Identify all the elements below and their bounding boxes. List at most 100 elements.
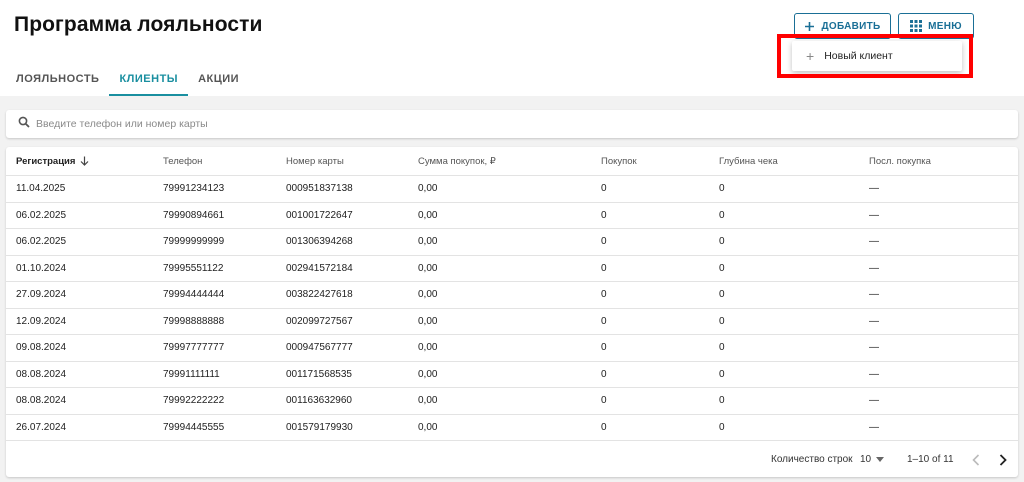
table-row[interactable]: 08.08.2024 79992222222 001163632960 0,00 0 0 — [6,388,1018,415]
cell-phone: 79990894661 [163,209,225,221]
tab-bar: ЛОЯЛЬНОСТЬ КЛИЕНТЫ АКЦИИ [0,62,249,96]
table-row[interactable]: 01.10.2024 79995551122 002941572184 0,00 0 0 — [6,256,1018,282]
rows-per-page-label: Количество строк [771,454,853,465]
cell-last-purchase: — [869,421,879,433]
cell-registration: 27.09.2024 [16,289,67,301]
cell-card-number: 000951837138 [286,183,353,195]
cell-purchases: 0 [601,183,607,195]
table-row[interactable]: 06.02.2025 79990894661 001001722647 0,00 0 0 — [6,203,1018,229]
table-pagination: Количество строк 10 1–10 of 11 [6,446,1018,474]
cell-purchases: 0 [601,262,607,274]
cell-phone: 79995551122 [163,262,224,274]
column-header-card-number[interactable]: Номер карты [286,147,344,175]
add-button-label: ДОБАВИТЬ [821,20,881,32]
cell-card-number: 002099727567 [286,315,353,327]
cell-check-depth: 0 [719,342,725,354]
pagination-range: 1–10 of 11 [907,454,954,465]
cell-purchase-sum: 0,00 [418,342,438,354]
cell-registration: 09.08.2024 [16,342,67,354]
cell-card-number: 003822427618 [286,289,353,301]
cell-card-number: 001171568535 [286,368,352,380]
cell-card-number: 001306394268 [286,236,353,248]
search-input[interactable] [36,118,636,130]
cell-purchase-sum: 0,00 [418,183,438,195]
table-row[interactable]: 11.04.2025 79991234123 000951837138 0,00 0 0 — [6,176,1018,203]
cell-purchases: 0 [601,368,607,380]
column-header-purchases[interactable]: Покупок [601,147,637,175]
cell-check-depth: 0 [719,209,725,221]
column-header-registration[interactable]: Регистрация [16,147,89,175]
cell-card-number: 001579179930 [286,421,353,433]
cell-purchases: 0 [601,342,607,354]
column-header-phone[interactable]: Телефон [163,147,202,175]
table-row[interactable]: 27.09.2024 79994444444 003822427618 0,00 0 0 — [6,282,1018,309]
cell-last-purchase: — [869,236,879,248]
cell-registration: 26.07.2024 [16,421,67,433]
cell-last-purchase: — [869,315,879,327]
add-button[interactable]: ДОБАВИТЬ [794,13,891,39]
page-title: Программа лояльности [14,13,263,36]
cell-purchase-sum: 0,00 [418,289,438,301]
cell-check-depth: 0 [719,262,725,274]
next-page-button[interactable] [994,451,1012,469]
cell-phone: 79991111111 [163,368,220,380]
cell-purchases: 0 [601,315,607,327]
cell-registration: 12.09.2024 [16,315,67,327]
table-row[interactable]: 26.07.2024 79994445555 001579179930 0,00 0 0 — [6,415,1018,441]
cell-registration: 01.10.2024 [16,262,67,274]
cell-registration: 08.08.2024 [16,368,67,380]
table-row[interactable]: 08.08.2024 79991111111 001171568535 0,00 0 0 — [6,362,1018,388]
arrow-down-icon [80,156,89,166]
cell-purchase-sum: 0,00 [418,368,438,380]
cell-last-purchase: — [869,368,879,380]
menu-button-label: МЕНЮ [928,20,962,32]
cell-phone: 79997777777 [163,342,225,354]
cell-card-number: 000947567777 [286,342,353,354]
tab-clients[interactable]: КЛИЕНТЫ [109,62,188,96]
rows-per-page-select[interactable]: 10 [860,454,885,465]
cell-check-depth: 0 [719,315,725,327]
cell-purchases: 0 [601,421,607,433]
cell-registration: 11.04.2025 [16,183,66,195]
cell-phone: 79994445555 [163,421,225,433]
column-header-check-depth[interactable]: Глубина чека [719,147,778,175]
cell-last-purchase: — [869,342,879,354]
cell-purchases: 0 [601,209,607,221]
cell-check-depth: 0 [719,395,725,407]
search-bar[interactable] [6,110,1018,138]
cell-registration: 06.02.2025 [16,209,67,221]
cell-purchases: 0 [601,395,607,407]
cell-phone: 79999999999 [163,236,225,248]
table-row[interactable]: 09.08.2024 79997777777 000947567777 0,00 0 0 — [6,335,1018,362]
cell-purchases: 0 [601,289,607,301]
cell-card-number: 001163632960 [286,395,352,407]
grid-icon [910,20,923,32]
search-icon [18,115,30,133]
tab-promotions[interactable]: АКЦИИ [188,62,249,96]
cell-card-number: 002941572184 [286,262,353,274]
cell-purchase-sum: 0,00 [418,236,438,248]
cell-phone: 79992222222 [163,395,225,407]
table-row[interactable]: 12.09.2024 79998888888 002099727567 0,00 0 0 — [6,309,1018,335]
previous-page-button[interactable] [967,451,985,469]
cell-purchase-sum: 0,00 [418,262,438,274]
plus-icon: + [806,48,815,64]
plus-icon [804,21,815,32]
cell-purchases: 0 [601,236,607,248]
column-header-purchase-sum[interactable]: Сумма покупок, ₽ [418,147,496,175]
cell-check-depth: 0 [719,236,725,248]
clients-table: Регистрация Телефон Номер карты Сумма по… [6,147,1018,477]
cell-check-depth: 0 [719,289,725,301]
menu-button[interactable]: МЕНЮ [898,13,974,39]
add-dropdown-item-new-client[interactable]: + Новый клиент [792,41,962,71]
cell-purchase-sum: 0,00 [418,209,438,221]
cell-purchase-sum: 0,00 [418,315,438,327]
cell-phone: 79998888888 [163,315,225,327]
cell-card-number: 001001722647 [286,209,353,221]
cell-check-depth: 0 [719,368,725,380]
tab-loyalty[interactable]: ЛОЯЛЬНОСТЬ [0,62,109,96]
table-row[interactable]: 06.02.2025 79999999999 001306394268 0,00 0 0 — [6,229,1018,256]
cell-last-purchase: — [869,289,879,301]
column-header-last-purchase[interactable]: Посл. покупка [869,147,931,175]
dropdown-item-label: Новый клиент [824,50,893,62]
